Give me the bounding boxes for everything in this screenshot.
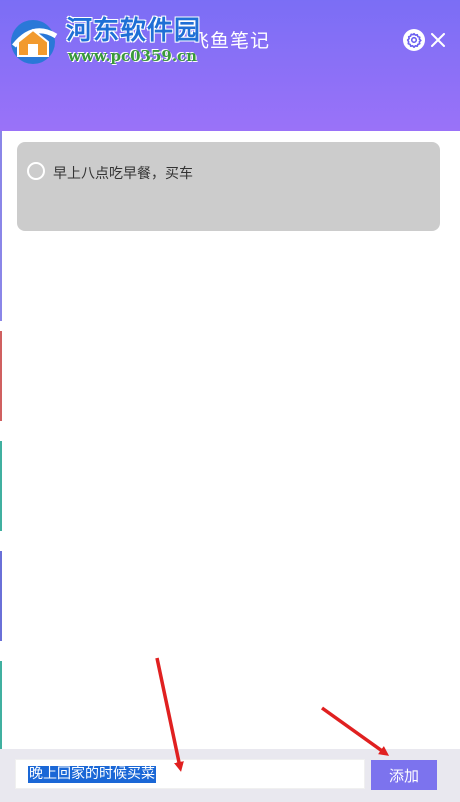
edge-strip <box>0 331 2 421</box>
app-window: 飞鱼笔记 河东软件园 www.pc0359.cn 早上八点吃早餐，买车 晚上回家… <box>0 0 460 802</box>
watermark-url: www.pc0359.cn <box>68 47 198 65</box>
edge-strip <box>0 661 2 749</box>
gear-icon <box>406 32 422 48</box>
close-button[interactable] <box>429 30 447 50</box>
new-task-input[interactable]: 晚上回家的时候买菜 <box>15 759 365 789</box>
edge-strip <box>0 551 2 641</box>
edge-strip <box>0 131 2 321</box>
arrow-to-add-button <box>320 706 390 756</box>
task-item[interactable]: 早上八点吃早餐，买车 <box>17 142 440 231</box>
add-button[interactable]: 添加 <box>371 760 437 790</box>
close-icon <box>431 33 445 47</box>
task-checkbox[interactable] <box>27 162 45 180</box>
input-selected-text: 晚上回家的时候买菜 <box>28 765 156 783</box>
settings-button[interactable] <box>403 29 425 51</box>
edge-strip <box>0 441 2 531</box>
watermark-name: 河东软件园 <box>66 16 202 46</box>
task-text: 早上八点吃早餐，买车 <box>53 166 193 182</box>
input-bar: 晚上回家的时候买菜 添加 <box>0 749 460 802</box>
watermark-logo <box>11 20 58 64</box>
